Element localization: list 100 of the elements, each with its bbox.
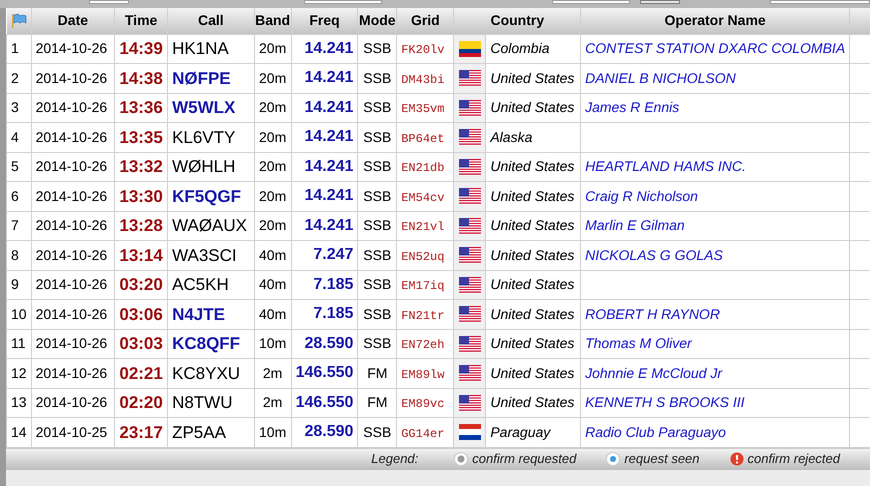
freq-text: 14.241: [304, 98, 354, 116]
country-text: United States: [490, 394, 574, 410]
country-text: United States: [490, 99, 574, 116]
mode-text: SSB: [363, 99, 392, 116]
grid-text: EN52uq: [401, 250, 444, 264]
column-header[interactable]: Time: [124, 12, 158, 28]
date-text: 2014-10-26: [36, 188, 108, 204]
band-text: 20m: [259, 99, 286, 116]
flag-icon: [458, 247, 481, 264]
text-field[interactable]: [304, 0, 382, 4]
time-text: 13:30: [119, 186, 163, 206]
country-text: United States: [490, 276, 574, 292]
grid-text: EN72eh: [401, 338, 444, 352]
grid-text: EM54cv: [401, 190, 444, 205]
grid-text: GG14er: [401, 426, 444, 441]
column-header[interactable]: Date: [58, 12, 88, 28]
band-text: 20m: [259, 158, 286, 174]
flag-icon: [458, 70, 481, 86]
grid-text: DM43bi: [401, 72, 444, 87]
country-text: Colombia: [490, 40, 550, 56]
column-header[interactable]: Call: [198, 12, 224, 28]
date-text: 2014-10-25: [36, 424, 108, 440]
toolbar-button[interactable]: [640, 0, 680, 4]
call-text: KL6VTY: [172, 128, 236, 146]
row-number: 12: [11, 364, 27, 381]
mode-text: SSB: [363, 128, 392, 145]
time-text: 23:17: [119, 422, 163, 442]
country-text: United States: [490, 306, 574, 322]
row-number: 13: [11, 394, 27, 410]
time-text: 02:21: [119, 364, 163, 382]
band-text: 20m: [259, 188, 286, 204]
call-text: HK1NA: [172, 39, 229, 58]
time-text: 13:32: [119, 157, 163, 176]
column-header[interactable]: Band: [255, 12, 290, 28]
flag-icon: [458, 188, 481, 204]
band-text: 20m: [259, 40, 286, 56]
country-text: United States: [490, 188, 574, 204]
text-field[interactable]: [770, 0, 870, 4]
flag-icon: [458, 218, 481, 234]
band-text: 40m: [259, 246, 286, 263]
column-header[interactable]: Mode: [359, 12, 396, 28]
dot-icon: [606, 452, 620, 466]
country-text: United States: [490, 158, 574, 174]
row-number: 11: [11, 335, 26, 352]
band-text: 40m: [259, 276, 286, 292]
date-text: 2014-10-26: [36, 70, 108, 86]
flag-icon: [458, 129, 481, 146]
mode-text: SSB: [363, 246, 392, 263]
row-number: 7: [11, 217, 19, 234]
column-header[interactable]: Freq: [309, 12, 340, 28]
column-header[interactable]: Operator Name: [664, 12, 766, 28]
call-text: WAØAUX: [172, 216, 247, 235]
date-text: 2014-10-26: [36, 364, 108, 381]
date-text: 2014-10-26: [36, 394, 108, 410]
country-text: United States: [490, 70, 574, 86]
flag-icon: [458, 336, 481, 352]
band-text: 20m: [259, 70, 286, 86]
freq-text: 146.550: [296, 394, 354, 411]
freq-text: 14.241: [304, 187, 354, 204]
mode-text: SSB: [363, 188, 392, 204]
time-text: 14:38: [119, 68, 163, 88]
mode-text: SSB: [363, 158, 392, 174]
call-text: AC5KH: [172, 275, 229, 294]
flag-icon: [458, 100, 481, 116]
flag-icon: [458, 365, 481, 382]
time-text: 13:36: [119, 98, 163, 117]
column-header[interactable]: Grid: [410, 12, 440, 28]
grid-text: EM17iq: [401, 279, 444, 294]
legend-label: request seen: [624, 450, 700, 468]
call-text: N8TWU: [172, 393, 233, 412]
flag-icon: [458, 394, 481, 411]
date-text: 2014-10-26: [36, 246, 108, 263]
date-text: 2014-10-26: [36, 128, 108, 145]
freq-text: 14.241: [304, 69, 354, 86]
call-text: WØHLH: [172, 157, 236, 176]
operator-link[interactable]: James R Ennis: [585, 99, 680, 116]
time-text: 02:20: [119, 393, 163, 412]
country-text: Paraguay: [490, 424, 550, 440]
freq-text: 7.185: [313, 276, 354, 293]
band-text: 20m: [259, 217, 286, 234]
country-text: United States: [490, 246, 574, 263]
freq-text: 14.241: [304, 216, 354, 234]
date-text: 2014-10-26: [36, 40, 108, 56]
band-text: 10m: [259, 335, 286, 352]
mode-text: FM: [367, 394, 388, 410]
time-text: 14:39: [119, 39, 163, 58]
country-text: United States: [490, 217, 574, 234]
column-header[interactable]: Country: [490, 12, 544, 28]
freq-text: 14.241: [304, 158, 354, 175]
band-text: 10m: [259, 424, 286, 440]
text-field[interactable]: [552, 0, 630, 4]
time-text: 13:28: [119, 216, 163, 235]
legend-title: Legend:: [371, 450, 418, 468]
date-text: 2014-10-26: [36, 99, 108, 116]
date-text: 2014-10-26: [36, 217, 108, 234]
freq-text: 28.590: [304, 334, 354, 352]
row-number: 14: [11, 424, 27, 440]
text-field[interactable]: [89, 0, 130, 4]
mode-text: SSB: [363, 335, 392, 352]
column-header[interactable]: [850, 8, 870, 34]
